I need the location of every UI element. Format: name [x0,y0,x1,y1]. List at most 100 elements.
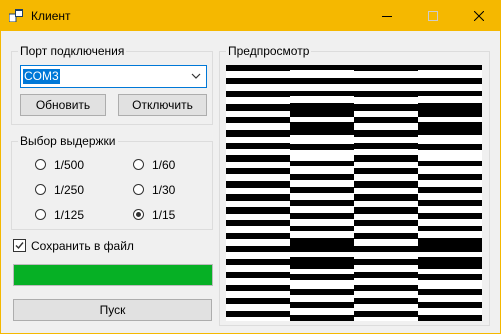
start-button[interactable]: Пуск [13,299,212,321]
exposure-option-label: 1/30 [152,183,176,197]
preview-stripe [290,213,354,219]
preview-stripe [226,78,290,84]
exposure-option-label: 1/500 [54,158,85,172]
preview-stripe [418,144,482,150]
preview-stripe [354,143,418,149]
radio-button[interactable] [35,184,46,195]
app-icon [9,9,23,22]
preview-stripe [354,311,418,317]
exposure-option[interactable]: 1/15 [133,208,203,224]
preview-stripe [418,78,482,84]
preview-column [226,65,290,321]
exposure-option[interactable]: 1/125 [35,208,105,224]
preview-stripe [290,257,354,269]
preview-stripe [290,274,354,280]
preview-stripe [290,315,354,321]
minimize-button[interactable] [364,0,410,31]
preview-stripe [418,213,482,219]
preview-stripe [226,194,290,201]
preview-stripe [290,302,354,308]
maximize-button [410,0,456,31]
preview-stripe [226,233,290,239]
preview-stripe [226,181,290,188]
save-to-file-label: Сохранить в файл [31,239,134,253]
preview-stripe [226,168,290,174]
exposure-option-label: 1/15 [152,208,176,222]
exposure-option-label: 1/250 [54,183,85,197]
preview-stripe [290,238,354,252]
progress-fill [14,265,212,285]
preview-stripe [226,246,290,252]
preview-stripe [226,259,290,265]
preview-stripe [226,104,290,111]
preview-stripe [418,174,482,180]
disconnect-button[interactable]: Отключить [118,94,207,116]
preview-stripe [226,285,290,291]
progress-bar [13,264,213,286]
preview-stripe [226,91,290,97]
title-bar[interactable]: Клиент [0,0,501,31]
preview-image [226,65,482,321]
window-title: Клиент [31,9,71,23]
preview-stripe [354,91,418,97]
preview-stripe [290,103,354,117]
preview-stripe [290,91,354,96]
preview-stripe [290,187,354,193]
close-icon [473,10,485,22]
preview-stripe [354,207,418,214]
preview-stripe [354,220,418,226]
preview-stripe [290,289,354,295]
preview-stripe [290,122,354,135]
preview-stripe [418,226,482,231]
preview-stripe [354,233,418,239]
preview-stripe [418,315,482,321]
radio-button[interactable] [35,209,46,220]
close-button[interactable] [456,0,501,31]
preview-stripe [418,289,482,295]
preview-stripe [354,246,418,252]
preview-stripe [418,91,482,96]
preview-stripe [226,298,290,304]
preview-stripe [226,117,290,123]
preview-stripe [418,257,482,269]
exposure-option-label: 1/125 [54,208,85,222]
refresh-button[interactable]: Обновить [20,94,106,116]
preview-stripe [354,272,418,278]
preview-stripe [290,174,354,180]
preview-stripe [354,117,418,123]
preview-stripe [418,238,482,252]
preview-stripe [418,103,482,117]
radio-button[interactable] [133,184,144,195]
preview-stripe [226,272,290,278]
preview-stripe [290,161,354,166]
save-to-file-checkbox[interactable] [13,239,26,252]
port-group-title: Порт подключения [18,44,127,58]
radio-button[interactable] [35,159,46,170]
chevron-down-icon [191,73,201,79]
minimize-icon [382,15,392,17]
preview-stripe [226,65,290,71]
preview-stripe [418,302,482,308]
radio-button[interactable] [133,209,144,220]
preview-stripe [354,130,418,137]
exposure-option[interactable]: 1/250 [35,183,105,199]
exposure-option[interactable]: 1/500 [35,158,105,174]
radio-selected-dot [136,212,141,217]
preview-stripe [354,168,418,174]
preview-stripe [418,200,482,206]
preview-stripe [354,78,418,84]
maximize-icon [428,10,438,21]
preview-stripe [290,200,354,206]
preview-stripe [226,311,290,317]
preview-stripe [354,259,418,265]
preview-stripe [290,65,354,70]
preview-stripe [354,181,418,188]
preview-stripe [354,104,418,111]
port-select[interactable]: COM3 [20,65,207,88]
exposure-option[interactable]: 1/30 [133,183,203,199]
radio-button[interactable] [133,159,144,170]
exposure-option[interactable]: 1/60 [133,158,203,174]
preview-column [290,65,354,321]
preview-stripe [226,143,290,149]
app-window: Клиент Порт подключения COM3 Обновить От… [0,0,501,334]
